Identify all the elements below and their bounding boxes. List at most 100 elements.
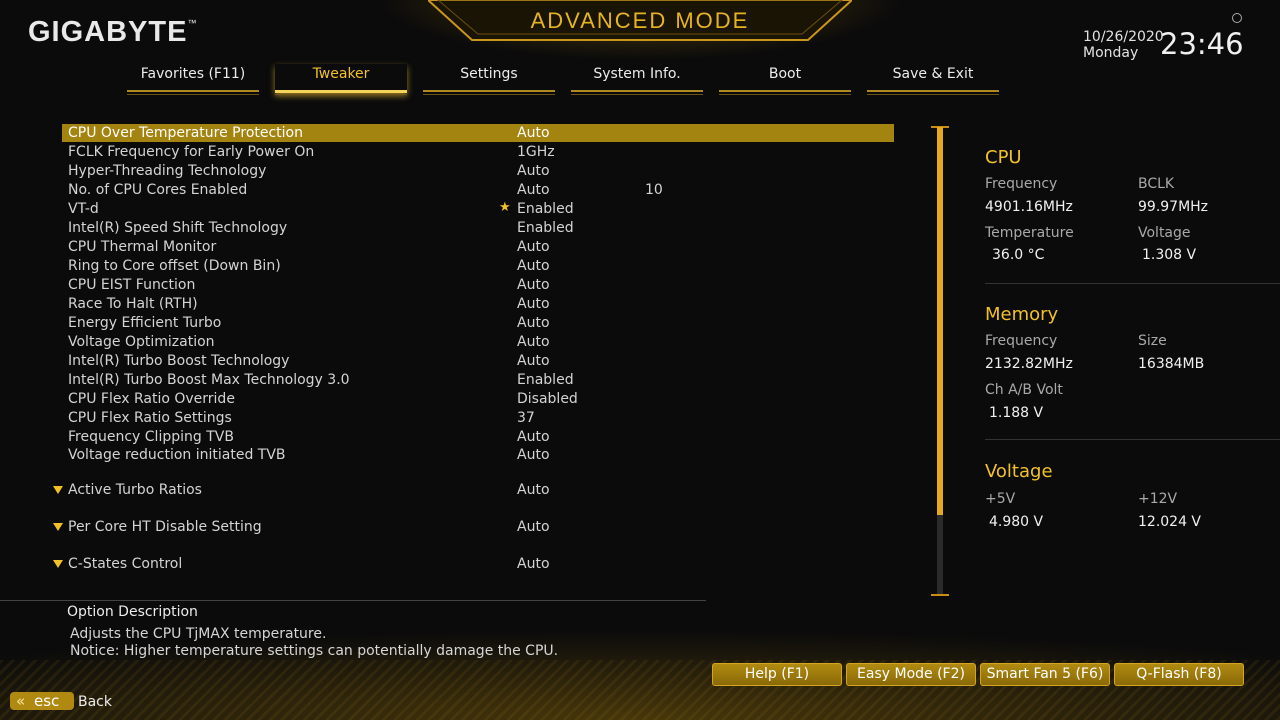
tab-save-exit[interactable]: Save & Exit	[867, 64, 999, 95]
cpu-frequency-label: Frequency	[985, 176, 1058, 192]
setting-value[interactable]: Auto	[517, 124, 550, 142]
back-label[interactable]: Back	[78, 694, 112, 710]
setting-row-thermal-monitor[interactable]: CPU Thermal Monitor Auto	[62, 238, 894, 256]
tab-boot[interactable]: Boot	[719, 64, 851, 95]
setting-label: VT-d	[68, 201, 99, 217]
q-flash-button[interactable]: Q-Flash (F8)	[1114, 663, 1244, 686]
setting-label: Race To Halt (RTH)	[68, 296, 198, 312]
panel-divider	[985, 283, 1280, 284]
setting-label: Energy Efficient Turbo	[68, 315, 222, 331]
setting-value[interactable]: Auto	[517, 162, 550, 180]
setting-value[interactable]: Auto	[517, 352, 550, 370]
setting-row-cpu-over-temp[interactable]: CPU Over Temperature Protection Auto	[62, 124, 894, 142]
memory-size-value: 16384MB	[1138, 356, 1205, 372]
easy-mode-button[interactable]: Easy Mode (F2)	[846, 663, 976, 686]
setting-label: Ring to Core offset (Down Bin)	[68, 258, 281, 274]
setting-value[interactable]: Auto	[517, 446, 550, 464]
voltage-section-title: Voltage	[985, 461, 1053, 482]
setting-value[interactable]: Auto	[517, 276, 550, 294]
setting-value[interactable]: Disabled	[517, 390, 578, 408]
setting-value[interactable]: Enabled	[517, 200, 574, 218]
setting-row-flex-ratio-override[interactable]: CPU Flex Ratio Override Disabled	[62, 390, 894, 408]
description-divider	[0, 600, 706, 601]
favorite-star-icon: ★	[499, 200, 511, 215]
help-button[interactable]: Help (F1)	[712, 663, 842, 686]
setting-value[interactable]: Enabled	[517, 219, 574, 237]
submenu-per-core-ht[interactable]: Per Core HT Disable Setting Auto	[53, 518, 894, 536]
option-description-title: Option Description	[67, 604, 198, 620]
setting-row-speed-shift[interactable]: Intel(R) Speed Shift Technology Enabled	[62, 219, 894, 237]
cpu-frequency-value: 4901.16MHz	[985, 199, 1073, 215]
memory-volt-value: 1.188 V	[989, 405, 1044, 421]
setting-row-vt-d[interactable]: VT-d ★ Enabled	[62, 200, 894, 218]
scrollbar-thumb[interactable]	[937, 127, 943, 515]
setting-row-voltage-reduction-tvb[interactable]: Voltage reduction initiated TVB Auto	[62, 446, 894, 464]
memory-size-label: Size	[1138, 333, 1167, 349]
tab-bar: Favorites (F11) Tweaker Settings System …	[0, 64, 1280, 96]
setting-value[interactable]: Auto	[517, 257, 550, 275]
setting-row-turbo-boost-max[interactable]: Intel(R) Turbo Boost Max Technology 3.0 …	[62, 371, 894, 389]
setting-label: Intel(R) Speed Shift Technology	[68, 220, 288, 236]
cpu-temperature-value: 36.0 °C	[992, 247, 1045, 263]
setting-value[interactable]: Auto	[517, 295, 550, 313]
cpu-voltage-label: Voltage	[1138, 225, 1191, 241]
tab-tweaker[interactable]: Tweaker	[275, 64, 407, 95]
submenu-value: Auto	[517, 519, 550, 535]
settings-gear-icon[interactable]: o	[1232, 13, 1242, 23]
submenu-value: Auto	[517, 556, 550, 572]
setting-value[interactable]: Auto	[517, 333, 550, 351]
setting-value[interactable]: 37	[517, 409, 535, 427]
setting-value[interactable]: 1GHz	[517, 143, 555, 161]
tab-favorites[interactable]: Favorites (F11)	[127, 64, 259, 95]
brand-logo: GIGABYTE™	[28, 16, 197, 49]
voltage-5v-value: 4.980 V	[989, 514, 1044, 530]
expand-triangle-icon	[53, 560, 63, 568]
memory-frequency-label: Frequency	[985, 333, 1058, 349]
submenu-active-turbo-ratios[interactable]: Active Turbo Ratios Auto	[53, 481, 894, 499]
setting-row-voltage-optimization[interactable]: Voltage Optimization Auto	[62, 333, 894, 351]
setting-value[interactable]: Auto	[517, 238, 550, 256]
scrollbar[interactable]	[937, 127, 943, 594]
esc-label: esc	[34, 692, 60, 710]
submenu-c-states-control[interactable]: C-States Control Auto	[53, 555, 894, 573]
setting-label: CPU EIST Function	[68, 277, 196, 293]
option-description-line-1: Adjusts the CPU TjMAX temperature.	[70, 626, 327, 642]
setting-label: Voltage reduction initiated TVB	[68, 447, 286, 463]
expand-triangle-icon	[53, 523, 63, 531]
cpu-section-title: CPU	[985, 147, 1022, 168]
setting-label: Hyper-Threading Technology	[68, 163, 267, 179]
setting-row-fclk[interactable]: FCLK Frequency for Early Power On 1GHz	[62, 143, 894, 161]
setting-row-ring-offset[interactable]: Ring to Core offset (Down Bin) Auto	[62, 257, 894, 275]
voltage-5v-label: +5V	[985, 491, 1016, 507]
weekday-text: Monday	[1083, 45, 1139, 61]
setting-row-turbo-boost[interactable]: Intel(R) Turbo Boost Technology Auto	[62, 352, 894, 370]
setting-value[interactable]: Auto	[517, 181, 550, 199]
memory-volt-label: Ch A/B Volt	[985, 382, 1063, 398]
tab-settings[interactable]: Settings	[423, 64, 555, 95]
voltage-12v-value: 12.024 V	[1138, 514, 1202, 530]
setting-row-flex-ratio-settings[interactable]: CPU Flex Ratio Settings 37	[62, 409, 894, 427]
setting-label: Voltage Optimization	[68, 334, 215, 350]
setting-row-frequency-clipping-tvb[interactable]: Frequency Clipping TVB Auto	[62, 428, 894, 446]
setting-row-energy-turbo[interactable]: Energy Efficient Turbo Auto	[62, 314, 894, 332]
setting-label: Intel(R) Turbo Boost Technology	[68, 353, 290, 369]
setting-value[interactable]: Auto	[517, 314, 550, 332]
setting-row-cpu-cores[interactable]: No. of CPU Cores Enabled Auto 10	[62, 181, 894, 199]
setting-value[interactable]: Auto	[517, 428, 550, 446]
submenu-label: Per Core HT Disable Setting	[68, 519, 262, 535]
esc-button[interactable]: « esc	[10, 692, 74, 710]
cpu-voltage-value: 1.308 V	[1142, 247, 1197, 263]
smart-fan-button[interactable]: Smart Fan 5 (F6)	[980, 663, 1110, 686]
date-block: 10/26/2020 Monday	[1083, 29, 1164, 61]
date-text: 10/26/2020	[1083, 29, 1164, 45]
setting-label: Frequency Clipping TVB	[68, 429, 234, 445]
setting-label: CPU Flex Ratio Settings	[68, 410, 232, 426]
submenu-value: Auto	[517, 482, 550, 498]
setting-value[interactable]: Enabled	[517, 371, 574, 389]
setting-row-race-to-halt[interactable]: Race To Halt (RTH) Auto	[62, 295, 894, 313]
panel-divider	[985, 439, 1280, 440]
setting-row-eist[interactable]: CPU EIST Function Auto	[62, 276, 894, 294]
tab-system-info[interactable]: System Info.	[571, 64, 703, 95]
setting-row-hyper-threading[interactable]: Hyper-Threading Technology Auto	[62, 162, 894, 180]
cpu-bclk-value: 99.97MHz	[1138, 199, 1209, 215]
